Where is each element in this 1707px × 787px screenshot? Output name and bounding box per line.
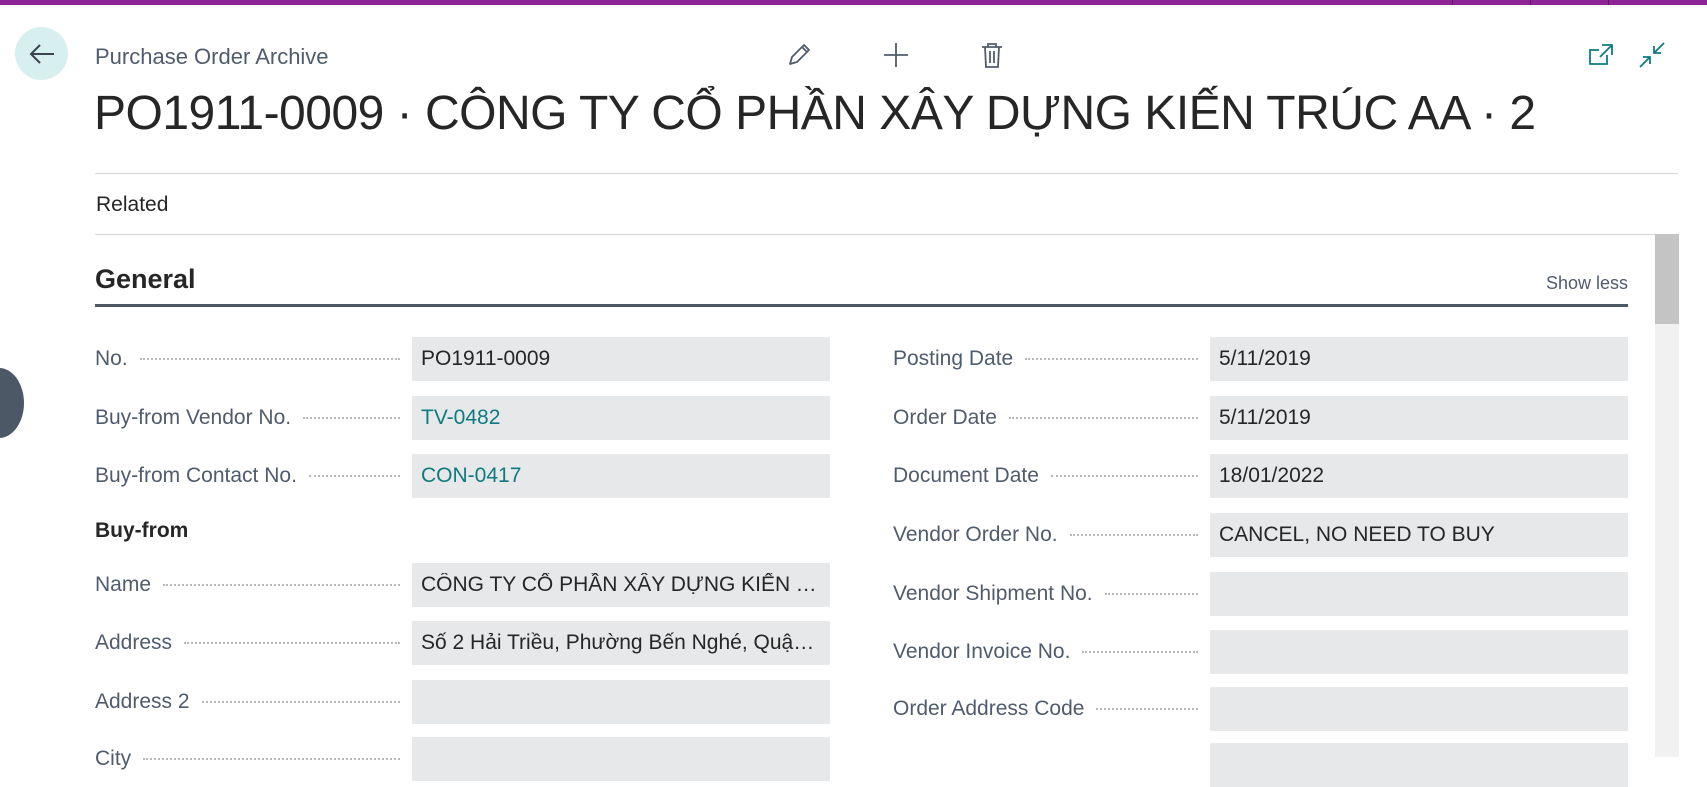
top-accent-bar [0,0,1707,5]
field-label-address: Address [95,621,400,665]
divider [95,173,1678,174]
field-label-order-date: Order Date [893,396,1198,440]
field-value-next[interactable] [1210,743,1628,787]
field-value-posting-date[interactable]: 5/11/2019 [1210,337,1628,381]
divider [95,234,1678,235]
edit-icon [789,44,810,65]
section-underline [95,304,1628,307]
open-new-window-icon [1589,44,1613,65]
top-bar-divider [1608,0,1609,5]
field-value-document-date[interactable]: 18/01/2022 [1210,454,1628,498]
field-label-name: Name [95,563,400,607]
field-label-address-2: Address 2 [95,680,400,724]
back-button[interactable] [15,27,68,80]
field-label-order-address-code: Order Address Code [893,687,1198,731]
field-value-vendor-shipment-no[interactable] [1210,572,1628,616]
delete-button[interactable] [975,38,1009,72]
field-value-city[interactable] [412,737,830,781]
delete-icon [982,43,1002,68]
new-button[interactable] [879,38,913,72]
field-value-address-2[interactable] [412,680,830,724]
breadcrumb: Purchase Order Archive [95,44,329,69]
field-label-buy-from-contact-no: Buy-from Contact No. [95,454,400,498]
field-label-vendor-invoice-no: Vendor Invoice No. [893,630,1198,674]
field-value-buy-from-vendor-no[interactable]: TV-0482 [412,396,830,440]
field-label-buy-from-vendor-no: Buy-from Vendor No. [95,396,400,440]
section-title-general[interactable]: General [95,264,196,295]
page-title: PO1911-0009 · CÔNG TY CỔ PHẦN XÂY DỰNG K… [94,87,1536,140]
open-in-new-window-button[interactable] [1584,38,1618,72]
field-value-order-address-code[interactable] [1210,687,1628,731]
collapse-button[interactable] [1635,38,1669,72]
field-value-vendor-invoice-no[interactable] [1210,630,1628,674]
related-menu[interactable]: Related [96,193,168,217]
edit-button[interactable] [782,38,816,72]
field-label-document-date: Document Date [893,454,1198,498]
field-label-posting-date: Posting Date [893,337,1198,381]
side-panel-handle[interactable] [0,368,24,438]
field-label-city: City [95,737,400,781]
show-less-link[interactable]: Show less [1546,273,1628,294]
collapse-icon [1639,42,1665,68]
field-label-vendor-order-no: Vendor Order No. [893,513,1198,557]
top-bar-divider [1530,0,1531,5]
field-value-vendor-order-no[interactable]: CANCEL, NO NEED TO BUY [1210,513,1628,557]
group-title-buy-from: Buy-from [95,519,189,542]
field-value-no[interactable]: PO1911-0009 [412,337,830,381]
field-label-no: No. [95,337,400,381]
add-icon [884,43,908,67]
field-value-buy-from-contact-no[interactable]: CON-0417 [412,454,830,498]
field-value-order-date[interactable]: 5/11/2019 [1210,396,1628,440]
top-bar-divider [1452,0,1453,5]
field-value-address[interactable]: Số 2 Hải Triều, Phường Bến Nghé, Quận 1 [412,621,830,665]
field-label-vendor-shipment-no: Vendor Shipment No. [893,572,1198,616]
back-arrow-icon [29,43,54,64]
scrollbar-thumb[interactable] [1655,234,1679,324]
field-value-name[interactable]: CÔNG TY CỔ PHẦN XÂY DỰNG KIẾN TRÚC AA [412,563,830,607]
